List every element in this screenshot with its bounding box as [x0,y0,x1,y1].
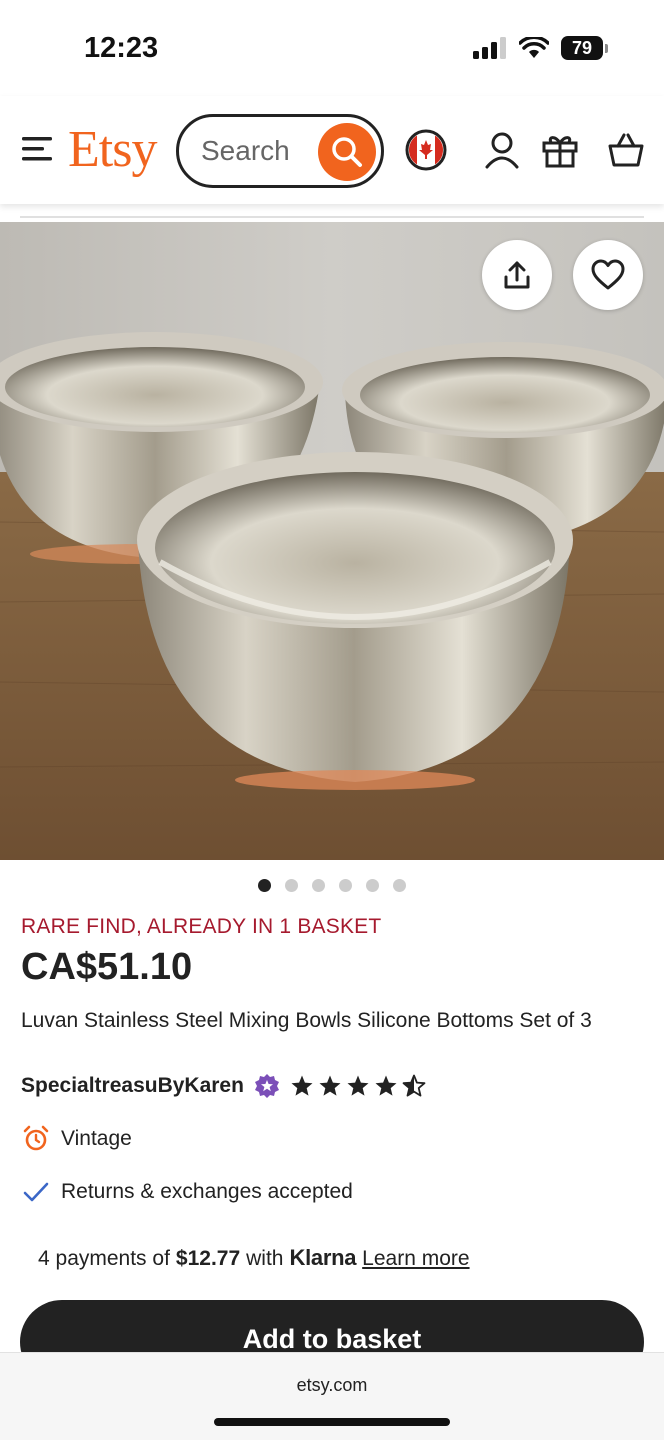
etsy-logo[interactable]: Etsy [68,120,157,179]
product-image[interactable] [0,222,664,860]
search-icon [332,137,362,167]
product-title: Luvan Stainless Steel Mixing Bowls Silic… [21,1009,592,1032]
mixing-bowls-photo [0,222,664,860]
checkmark-icon [21,1177,51,1207]
klarna-payment-info: 4 payments of $12.77 with Klarna Learn m… [38,1245,470,1271]
browser-bottom-bar: etsy.com [0,1352,664,1440]
image-carousel-dots [258,879,406,892]
vintage-label: Vintage [61,1127,132,1150]
returns-row: Returns & exchanges accepted [21,1177,353,1207]
status-bar: 12:23 79 [0,0,664,96]
share-icon [504,261,530,289]
wifi-icon [519,37,549,58]
search-button[interactable] [318,123,376,181]
shop-name[interactable]: SpecialtreasuByKaren [21,1074,244,1098]
menu-icon[interactable] [20,134,54,164]
search-input[interactable]: Search [176,114,384,188]
carousel-dot[interactable] [339,879,352,892]
alarm-clock-icon [21,1124,51,1154]
carousel-dot[interactable] [285,879,298,892]
klarna-logo: Klarna [289,1245,357,1270]
signal-icon [473,37,506,59]
canada-flag-icon[interactable] [404,128,448,172]
share-button[interactable] [482,240,552,310]
star-icon [375,1075,397,1096]
returns-label: Returns & exchanges accepted [61,1180,353,1203]
half-star-icon [402,1074,426,1097]
carousel-dot[interactable] [312,879,325,892]
account-icon[interactable] [480,128,524,172]
product-price: CA$51.10 [21,946,193,988]
carousel-dot[interactable] [393,879,406,892]
learn-more-link[interactable]: Learn more [362,1247,469,1271]
search-placeholder: Search [201,135,290,166]
browser-url[interactable]: etsy.com [0,1375,664,1396]
rare-find-badge: RARE FIND, ALREADY IN 1 BASKET [21,915,382,938]
favorite-button[interactable] [573,240,643,310]
klarna-with: with [246,1247,284,1270]
home-indicator[interactable] [214,1418,450,1426]
star-icon [291,1075,313,1096]
star-icon [319,1075,341,1096]
battery-level: 79 [561,36,603,60]
vintage-row: Vintage [21,1124,132,1154]
status-time: 12:23 [84,32,159,64]
divider [20,216,644,218]
site-header: Etsy Search [0,96,664,204]
heart-icon [591,259,625,290]
klarna-amount: $12.77 [175,1247,241,1270]
battery-icon: 79 [561,36,608,60]
klarna-prefix: 4 payments of [38,1247,170,1270]
star-rating [290,1074,426,1098]
star-seller-badge-icon [254,1073,280,1099]
star-icon [347,1075,369,1096]
status-icons: 79 [473,36,608,60]
shop-row[interactable]: SpecialtreasuByKaren [21,1073,426,1099]
basket-icon[interactable] [604,128,648,172]
carousel-dot[interactable] [366,879,379,892]
carousel-dot[interactable] [258,879,271,892]
gift-icon[interactable] [538,128,582,172]
